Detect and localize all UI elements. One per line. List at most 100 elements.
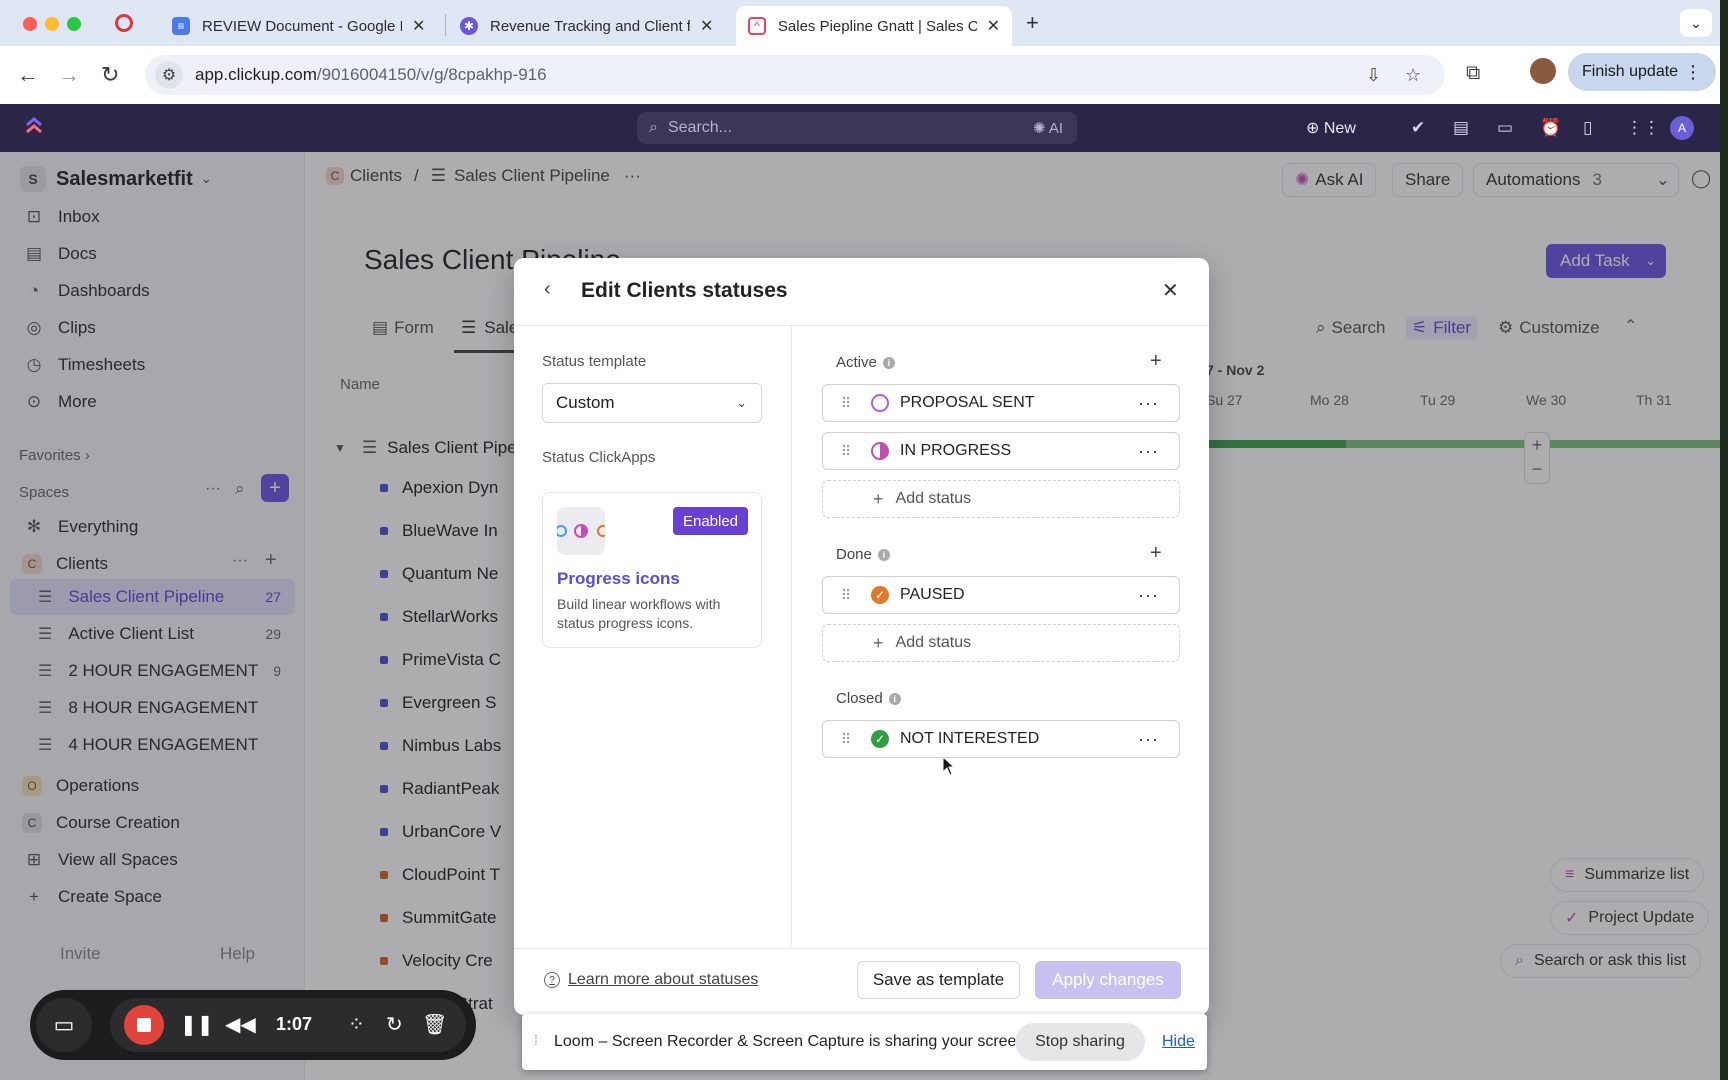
learn-more-link[interactable]: ? Learn more about statuses	[544, 971, 758, 989]
new-tab-button[interactable]: +	[1026, 10, 1039, 36]
pause-icon[interactable]: ❚❚	[180, 1012, 214, 1037]
notepad-icon[interactable]: ▤	[1453, 118, 1469, 138]
info-icon[interactable]: i	[888, 692, 901, 705]
status-half-circle-icon	[871, 442, 889, 460]
sharing-message: Loom – Screen Recorder & Screen Capture …	[554, 1033, 1030, 1050]
enabled-badge[interactable]: Enabled	[673, 507, 748, 535]
profile-avatar[interactable]	[1530, 58, 1556, 84]
browser-tab-bar: ≡ REVIEW Document - Google D ✕ ✱ Revenue…	[0, 0, 1720, 46]
close-tab-icon[interactable]: ✕	[412, 16, 425, 36]
close-icon[interactable]: ✕	[1162, 278, 1179, 303]
drag-handle-icon[interactable]: ⠿	[841, 395, 855, 412]
plus-icon: +	[873, 632, 884, 653]
done-group-label: Done i	[836, 546, 890, 563]
add-active-status-icon[interactable]: +	[1150, 350, 1162, 373]
screen-sharing-bar: ⁞ Loom – Screen Recorder & Screen Captur…	[522, 1014, 1207, 1070]
finish-update-button[interactable]: Finish update ⋮	[1568, 53, 1716, 91]
close-window-button[interactable]	[23, 17, 37, 31]
status-template-select[interactable]: Custom ⌄	[542, 383, 762, 423]
stop-recording-button[interactable]	[124, 1005, 164, 1045]
new-button[interactable]: ⊕ New	[1306, 118, 1356, 138]
chevron-down-icon: ⌄	[736, 395, 747, 410]
install-app-icon[interactable]: ⇩	[1366, 65, 1381, 86]
drag-handle-icon[interactable]: ⠿	[841, 587, 855, 604]
status-clickapps-label: Status ClickApps	[542, 449, 656, 466]
camera-icon[interactable]: ▭	[36, 998, 92, 1052]
back-chevron-icon[interactable]: ‹	[544, 278, 551, 301]
apply-changes-button[interactable]: Apply changes	[1035, 961, 1181, 999]
drag-handle-icon[interactable]: ⠿	[841, 443, 855, 460]
user-avatar[interactable]: A	[1670, 116, 1694, 140]
tab-search-button[interactable]: ⌄	[1680, 9, 1712, 37]
document-icon[interactable]: ▯	[1583, 118, 1592, 138]
drag-handle-icon[interactable]: ⠿	[841, 731, 855, 748]
clickup-favicon-icon: ^	[748, 17, 766, 35]
card-title[interactable]: Progress icons	[557, 569, 680, 589]
hide-link[interactable]: Hide	[1162, 1033, 1195, 1051]
check-circle-icon[interactable]: ✔	[1411, 118, 1425, 138]
modal-left-panel: Status template Custom ⌄ Status ClickApp…	[514, 326, 792, 946]
close-tab-icon[interactable]: ✕	[987, 16, 1000, 36]
alarm-clock-icon[interactable]: ⏰	[1540, 118, 1561, 138]
more-dots-icon[interactable]: ···	[1138, 441, 1159, 462]
more-dots-icon[interactable]: ···	[1138, 585, 1159, 606]
more-dots-icon[interactable]: ···	[1138, 393, 1159, 414]
back-arrow-icon[interactable]: ←	[17, 62, 39, 88]
recording-time: 1:07	[276, 1014, 313, 1034]
video-icon[interactable]: ▭	[1497, 118, 1513, 138]
mouse-cursor-icon	[942, 756, 956, 776]
forward-arrow-icon[interactable]: →	[58, 62, 80, 88]
apps-grid-icon[interactable]: ⋮⋮	[1626, 118, 1660, 138]
maximize-window-button[interactable]	[67, 17, 81, 31]
search-placeholder: Search...	[667, 119, 732, 136]
minimize-window-button[interactable]	[45, 17, 59, 31]
tab-review-document[interactable]: ≡ REVIEW Document - Google D ✕	[160, 6, 437, 46]
url-text: app.clickup.com/9016004150/v/g/8cpakhp-9…	[195, 65, 547, 84]
stop-sharing-button[interactable]: Stop sharing	[1015, 1023, 1145, 1061]
tab-revenue-tracking[interactable]: ✱ Revenue Tracking and Client f ✕	[448, 6, 725, 46]
add-status-active-button[interactable]: + Add status	[822, 480, 1180, 518]
modal-footer: ? Learn more about statuses Save as templ…	[514, 948, 1209, 1015]
status-check-icon: ✓	[871, 730, 889, 748]
modal-header: ‹ Edit Clients statuses ✕	[514, 258, 1209, 326]
card-description: Build linear workflows with status progr…	[557, 596, 721, 631]
rewind-icon[interactable]: ◀◀	[225, 1012, 256, 1037]
status-template-label: Status template	[542, 353, 647, 370]
google-docs-icon: ≡	[172, 17, 190, 35]
status-in-progress[interactable]: ⠿ IN PROGRESS ···	[822, 432, 1180, 470]
trash-icon[interactable]: 🗑	[422, 1012, 447, 1037]
progress-icons-card[interactable]: Enabled Progress icons Build linear work…	[542, 492, 762, 648]
add-status-done-button[interactable]: + Add status	[822, 624, 1180, 662]
status-name: NOT INTERESTED	[900, 730, 1040, 747]
recording-indicator-icon	[115, 14, 133, 32]
status-proposal-sent[interactable]: ⠿ PROPOSAL SENT ···	[822, 384, 1180, 422]
bookmark-star-icon[interactable]: ☆	[1405, 65, 1421, 86]
gear-favicon-icon: ✱	[460, 17, 478, 35]
tab-sales-pipeline-gantt[interactable]: ^ Sales Piepline Gnatt | Sales C ✕	[736, 6, 1012, 46]
modal-title: Edit Clients statuses	[581, 279, 788, 302]
extensions-puzzle-icon[interactable]: ⧉	[1466, 62, 1480, 85]
restart-icon[interactable]: ↻	[386, 1012, 403, 1037]
ai-button[interactable]: ✺ AI	[1033, 119, 1063, 137]
drag-handle-icon[interactable]: ⁞	[534, 1032, 538, 1048]
app-top-bar: ⌕ Search... ✺ AI ⊕ New ✔ ▤ ▭ ⏰ ▯ ⋮⋮ A	[0, 104, 1720, 152]
close-tab-icon[interactable]: ✕	[700, 16, 713, 36]
active-group-label: Active i	[836, 354, 895, 371]
site-settings-icon[interactable]: ⚙	[155, 61, 183, 89]
loom-recording-controls: ❚❚ ◀◀ 1:07 ⁘ ↻ 🗑	[110, 998, 466, 1052]
global-search-input[interactable]: ⌕ Search... ✺ AI	[637, 112, 1077, 144]
status-name: IN PROGRESS	[900, 442, 1012, 459]
address-bar[interactable]: ⚙ app.clickup.com/9016004150/v/g/8cpakhp…	[145, 55, 1445, 95]
info-icon[interactable]: i	[882, 356, 895, 369]
clickup-logo-icon[interactable]	[22, 116, 46, 140]
status-name: PROPOSAL SENT	[900, 394, 1035, 411]
status-not-interested[interactable]: ⠿ ✓ NOT INTERESTED ···	[822, 720, 1180, 758]
status-paused[interactable]: ⠿ ✓ PAUSED ···	[822, 576, 1180, 614]
save-as-template-button[interactable]: Save as template	[857, 961, 1020, 999]
drawing-tools-icon[interactable]: ⁘	[348, 1012, 365, 1037]
more-dots-icon[interactable]: ···	[1138, 729, 1159, 750]
info-icon[interactable]: i	[877, 548, 890, 561]
status-check-icon: ✓	[871, 586, 889, 604]
add-done-status-icon[interactable]: +	[1150, 542, 1162, 565]
reload-icon[interactable]: ↻	[101, 62, 119, 88]
